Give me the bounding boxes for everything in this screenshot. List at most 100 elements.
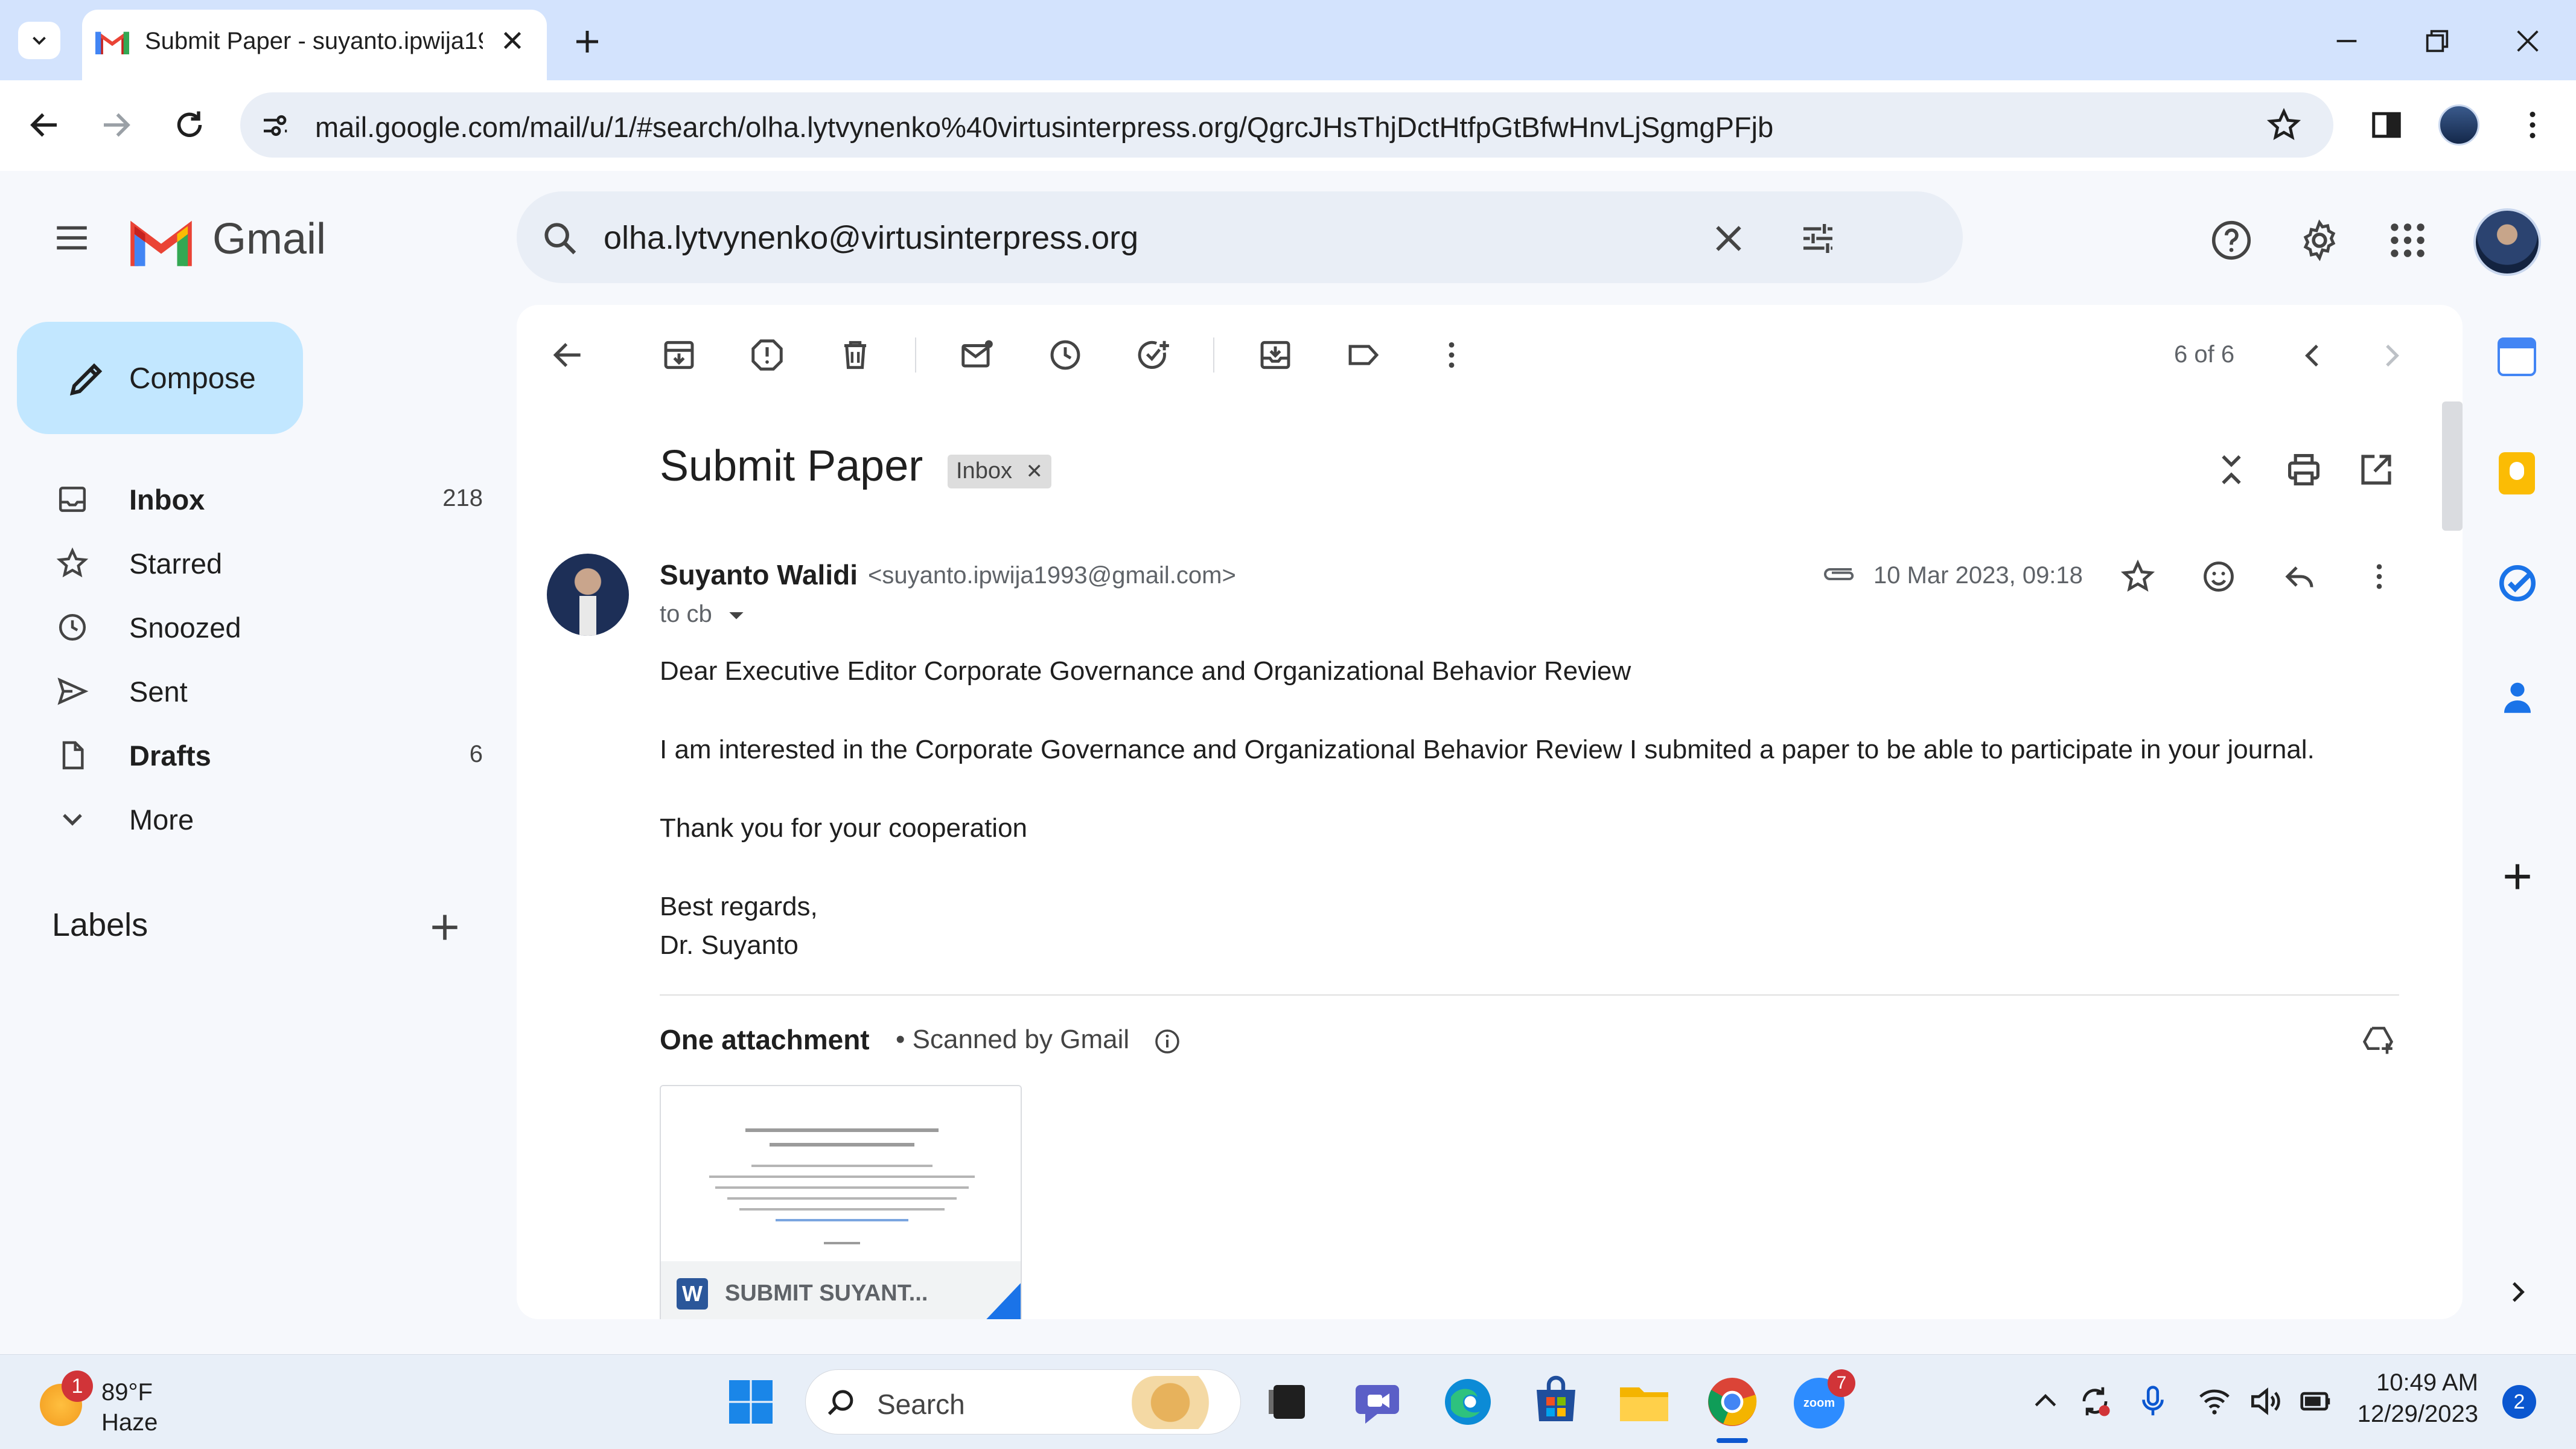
more-actions-icon[interactable] xyxy=(1433,336,1470,374)
body-signature: Dr. Suyanto xyxy=(660,930,799,960)
get-addons-icon[interactable] xyxy=(2499,858,2536,895)
teams-chat-icon[interactable] xyxy=(1351,1373,1409,1431)
body-thanks: Thank you for your cooperation xyxy=(660,813,1028,843)
back-icon[interactable] xyxy=(27,107,63,143)
wifi-icon[interactable] xyxy=(2196,1383,2233,1420)
preview-line xyxy=(770,1143,914,1147)
reload-icon[interactable] xyxy=(171,107,208,143)
report-spam-icon[interactable] xyxy=(748,336,786,374)
window-close-icon[interactable] xyxy=(2511,24,2545,58)
archive-icon[interactable] xyxy=(660,336,698,374)
sender-avatar[interactable] xyxy=(547,554,629,636)
mark-unread-icon[interactable] xyxy=(958,336,996,374)
move-to-icon[interactable] xyxy=(1257,336,1294,374)
newer-icon[interactable] xyxy=(2296,339,2330,373)
contacts-app-icon[interactable] xyxy=(2498,678,2537,718)
weather-widget[interactable]: 1 89°F Haze xyxy=(34,1367,191,1439)
sidebar-item-starred[interactable]: Starred xyxy=(24,531,483,591)
help-icon[interactable] xyxy=(2209,218,2254,263)
add-to-tasks-icon[interactable] xyxy=(1135,336,1172,374)
restore-icon[interactable] xyxy=(2420,24,2454,58)
search-options-icon[interactable] xyxy=(1799,219,1837,258)
windows-taskbar: 1 89°F Haze Search zoom 7 10:49 AM 12/29… xyxy=(0,1354,2576,1449)
collapse-all-icon[interactable] xyxy=(2211,450,2251,490)
sidebar-item-inbox[interactable]: Inbox 218 xyxy=(24,467,483,527)
apps-grid-icon[interactable] xyxy=(2385,218,2430,263)
clock-time[interactable]: 10:49 AM xyxy=(2358,1369,2478,1396)
search-input[interactable]: olha.lytvynenko@virtusinterpress.org xyxy=(604,219,1138,257)
start-windows-icon[interactable] xyxy=(722,1373,780,1431)
preview-line xyxy=(751,1165,933,1167)
sidebar-item-label: More xyxy=(129,804,194,836)
file-explorer-icon[interactable] xyxy=(1615,1373,1673,1431)
sync-icon[interactable] xyxy=(2076,1383,2114,1420)
settings-gear-icon[interactable] xyxy=(2297,218,2342,263)
add-to-drive-icon[interactable] xyxy=(2360,1022,2396,1058)
tab-close-icon[interactable] xyxy=(497,25,528,56)
forward-icon[interactable] xyxy=(98,107,134,143)
browser-tab[interactable]: Submit Paper - suyanto.ipwija1993@gmail.… xyxy=(82,10,547,80)
calendar-app-icon[interactable] xyxy=(2498,337,2536,376)
sidebar-item-drafts[interactable]: Drafts 6 xyxy=(24,723,483,783)
search-icon[interactable] xyxy=(541,219,579,258)
search-bar[interactable]: olha.lytvynenko@virtusinterpress.org xyxy=(517,191,1963,283)
calendar-header xyxy=(2500,340,2534,348)
taskbar-search-box[interactable]: Search xyxy=(805,1369,1241,1435)
attachment-preview xyxy=(661,1086,1021,1261)
main-menu-icon[interactable] xyxy=(52,218,92,258)
account-avatar[interactable] xyxy=(2473,208,2541,276)
show-details-icon[interactable] xyxy=(724,603,748,627)
tasks-app-icon[interactable] xyxy=(2496,562,2539,604)
profile-avatar[interactable] xyxy=(2438,104,2479,146)
battery-icon[interactable] xyxy=(2297,1383,2335,1420)
sidebar-item-snoozed[interactable]: Snoozed xyxy=(24,595,483,655)
chrome-taskbar-icon[interactable] xyxy=(1703,1373,1761,1431)
volume-icon[interactable] xyxy=(2246,1383,2284,1420)
chrome-menu-icon[interactable] xyxy=(2514,107,2551,143)
clear-search-icon[interactable] xyxy=(1709,219,1748,258)
expand-side-panel-icon[interactable] xyxy=(2502,1277,2533,1307)
microphone-icon[interactable] xyxy=(2134,1383,2172,1420)
send-icon xyxy=(56,674,89,708)
info-icon[interactable] xyxy=(1153,1027,1182,1056)
minimize-icon[interactable] xyxy=(2330,24,2364,58)
compose-button[interactable]: Compose xyxy=(17,322,303,434)
sidebar-item-more[interactable]: More xyxy=(24,787,483,847)
zoom-icon[interactable]: zoom 7 xyxy=(1791,1369,1855,1431)
older-icon[interactable] xyxy=(2374,339,2408,373)
keep-app-icon[interactable] xyxy=(2499,452,2535,494)
toolbar-divider xyxy=(1213,337,1214,373)
notification-center-badge[interactable]: 2 xyxy=(2502,1385,2536,1419)
message-more-icon[interactable] xyxy=(2361,558,2397,595)
microsoft-store-icon[interactable] xyxy=(1527,1373,1585,1431)
edge-browser-icon[interactable] xyxy=(1439,1373,1497,1431)
star-email-icon[interactable] xyxy=(2120,558,2156,595)
print-icon[interactable] xyxy=(2284,450,2324,490)
clock-date[interactable]: 12/29/2023 xyxy=(2345,1401,2478,1428)
open-new-window-icon[interactable] xyxy=(2356,450,2396,490)
bookmark-star-icon[interactable] xyxy=(2266,107,2302,143)
address-bar[interactable]: mail.google.com/mail/u/1/#search/olha.ly… xyxy=(240,92,2333,158)
label-icon[interactable] xyxy=(1345,336,1382,374)
preview-line xyxy=(745,1128,939,1132)
weather-desc: Haze xyxy=(101,1409,158,1436)
reply-icon[interactable] xyxy=(2281,558,2318,595)
add-reaction-icon[interactable] xyxy=(2201,558,2237,595)
gmail-logo-icon[interactable] xyxy=(129,218,193,266)
site-settings-icon[interactable] xyxy=(258,109,291,142)
tab-search-icon[interactable] xyxy=(18,22,60,59)
attachment-card[interactable]: W SUBMIT SUYANT... xyxy=(660,1085,1022,1319)
snooze-icon[interactable] xyxy=(1047,336,1084,374)
side-panel-icon[interactable] xyxy=(2368,107,2405,143)
inbox-label-chip[interactable]: Inbox ✕ xyxy=(948,455,1052,488)
scrollbar-thumb[interactable] xyxy=(2442,401,2463,531)
new-tab-icon[interactable] xyxy=(571,25,604,58)
task-view-icon[interactable] xyxy=(1259,1373,1317,1431)
delete-icon[interactable] xyxy=(837,336,874,374)
sidebar-item-sent[interactable]: Sent xyxy=(24,659,483,719)
show-hidden-icons-icon[interactable] xyxy=(2029,1385,2062,1418)
preview-line xyxy=(739,1208,945,1211)
back-to-list-icon[interactable] xyxy=(549,336,587,374)
remove-label-icon[interactable]: ✕ xyxy=(1026,459,1044,484)
add-label-icon[interactable] xyxy=(426,909,464,946)
